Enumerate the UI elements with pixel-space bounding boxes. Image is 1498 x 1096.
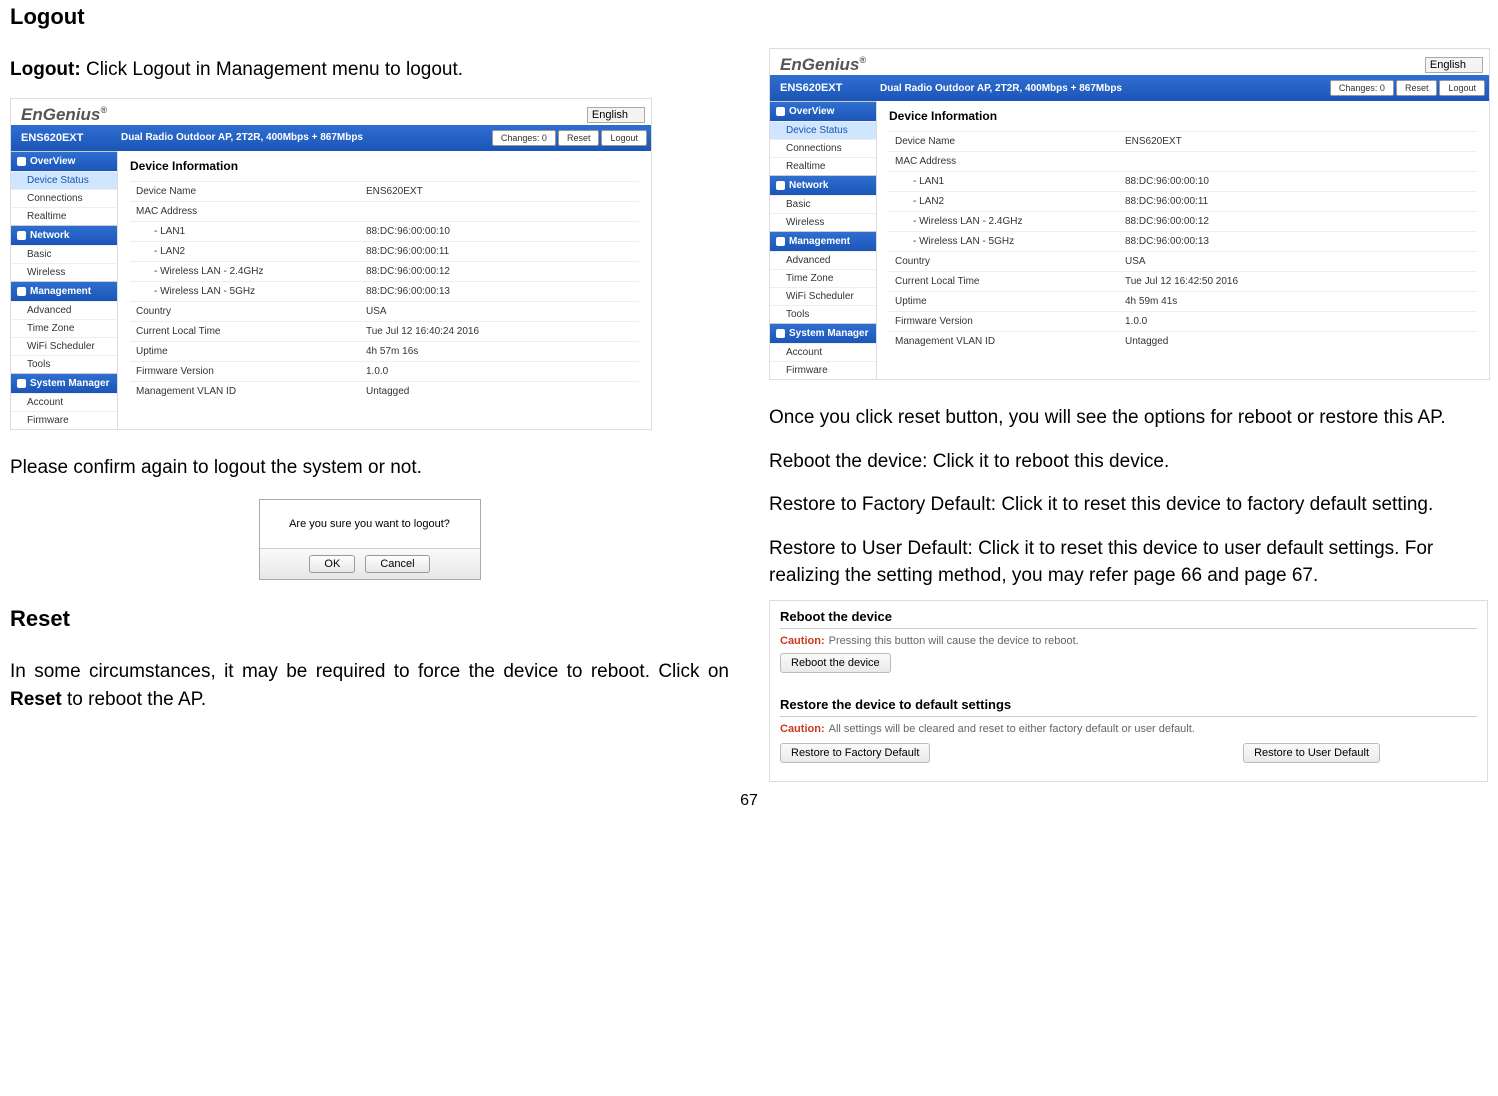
brand-logo: EnGenius®	[780, 55, 866, 75]
changes-button[interactable]: Changes: 0	[492, 130, 556, 146]
logout-button[interactable]: Logout	[1439, 80, 1485, 96]
sidebar-overview[interactable]: OverView	[11, 151, 117, 171]
heading-reset: Reset	[10, 606, 729, 632]
sidebar-firmware[interactable]: Firmware	[770, 361, 876, 379]
brand-logo: EnGenius®	[21, 105, 107, 125]
sidebar: OverView Device Status Connections Realt…	[770, 101, 877, 379]
sidebar-wireless[interactable]: Wireless	[770, 213, 876, 231]
sidebar-wifi-scheduler[interactable]: WiFi Scheduler	[770, 287, 876, 305]
restore-user-text: Restore to User Default: Click it to res…	[769, 535, 1488, 590]
heading-logout: Logout	[10, 4, 729, 30]
sidebar-management[interactable]: Management	[770, 231, 876, 251]
sidebar: OverView Device Status Connections Realt…	[11, 151, 118, 429]
sidebar-system-manager[interactable]: System Manager	[770, 323, 876, 343]
sidebar-account[interactable]: Account	[770, 343, 876, 361]
sidebar-management[interactable]: Management	[11, 281, 117, 301]
sidebar-time-zone[interactable]: Time Zone	[11, 319, 117, 337]
dialog-ok-button[interactable]: OK	[309, 555, 355, 573]
page-number: 67	[0, 792, 1498, 810]
dialog-text: Are you sure you want to logout?	[260, 500, 480, 548]
content-title: Device Information	[130, 159, 639, 173]
model-name: ENS620EXT	[780, 82, 880, 94]
logout-button[interactable]: Logout	[601, 130, 647, 146]
language-select[interactable]: English	[1425, 57, 1483, 73]
restore-caution: Caution:All settings will be cleared and…	[780, 723, 1477, 735]
logout-rest: Click Logout in Management menu to logou…	[86, 59, 463, 80]
logout-line: Logout: Click Logout in Management menu …	[10, 56, 729, 84]
content-area: Device Information Device NameENS620EXT …	[118, 151, 651, 429]
changes-button[interactable]: Changes: 0	[1330, 80, 1394, 96]
screenshot-device-panel-1: EnGenius® English ENS620EXT Dual Radio O…	[10, 98, 652, 430]
sidebar-basic[interactable]: Basic	[770, 195, 876, 213]
sidebar-network[interactable]: Network	[11, 225, 117, 245]
restore-user-button[interactable]: Restore to User Default	[1243, 743, 1380, 763]
reset-paragraph: In some circumstances, it may be require…	[10, 658, 729, 713]
sidebar-advanced[interactable]: Advanced	[11, 301, 117, 319]
device-info-table: Device NameENS620EXT MAC Address - LAN18…	[130, 181, 639, 401]
language-select[interactable]: English	[587, 107, 645, 123]
sidebar-tools[interactable]: Tools	[770, 305, 876, 323]
sidebar-network[interactable]: Network	[770, 175, 876, 195]
sidebar-system-manager[interactable]: System Manager	[11, 373, 117, 393]
sidebar-account[interactable]: Account	[11, 393, 117, 411]
sidebar-realtime[interactable]: Realtime	[770, 157, 876, 175]
content-area: Device Information Device NameENS620EXT …	[877, 101, 1489, 379]
sidebar-wireless[interactable]: Wireless	[11, 263, 117, 281]
sidebar-device-status[interactable]: Device Status	[770, 121, 876, 139]
logout-confirm-dialog: Are you sure you want to logout? OK Canc…	[259, 499, 481, 580]
reboot-device-button[interactable]: Reboot the device	[780, 653, 891, 673]
title-bar: ENS620EXT Dual Radio Outdoor AP, 2T2R, 4…	[770, 75, 1489, 101]
sidebar-overview[interactable]: OverView	[770, 101, 876, 121]
device-info-table: Device NameENS620EXT MAC Address - LAN18…	[889, 131, 1477, 351]
restore-factory-button[interactable]: Restore to Factory Default	[780, 743, 930, 763]
restore-section-title: Restore the device to default settings	[780, 697, 1477, 717]
reboot-caution: Caution:Pressing this button will cause …	[780, 635, 1477, 647]
sidebar-realtime[interactable]: Realtime	[11, 207, 117, 225]
logout-label: Logout:	[10, 59, 86, 80]
model-desc: Dual Radio Outdoor AP, 2T2R, 400Mbps + 8…	[121, 132, 492, 143]
reset-button[interactable]: Reset	[558, 130, 600, 146]
reset-button[interactable]: Reset	[1396, 80, 1438, 96]
sidebar-advanced[interactable]: Advanced	[770, 251, 876, 269]
sidebar-device-status[interactable]: Device Status	[11, 171, 117, 189]
sidebar-basic[interactable]: Basic	[11, 245, 117, 263]
dialog-cancel-button[interactable]: Cancel	[365, 555, 429, 573]
confirm-text: Please confirm again to logout the syste…	[10, 454, 729, 482]
title-bar: ENS620EXT Dual Radio Outdoor AP, 2T2R, 4…	[11, 125, 651, 151]
content-title: Device Information	[889, 109, 1477, 123]
model-desc: Dual Radio Outdoor AP, 2T2R, 400Mbps + 8…	[880, 83, 1330, 94]
sidebar-connections[interactable]: Connections	[770, 139, 876, 157]
model-name: ENS620EXT	[21, 132, 121, 144]
sidebar-firmware[interactable]: Firmware	[11, 411, 117, 429]
reboot-device-text: Reboot the device: Click it to reboot th…	[769, 448, 1488, 476]
screenshot-device-panel-2: EnGenius® English ENS620EXT Dual Radio O…	[769, 48, 1490, 380]
reboot-section-title: Reboot the device	[780, 609, 1477, 629]
sidebar-connections[interactable]: Connections	[11, 189, 117, 207]
sidebar-time-zone[interactable]: Time Zone	[770, 269, 876, 287]
once-click-text: Once you click reset button, you will se…	[769, 404, 1488, 432]
sidebar-wifi-scheduler[interactable]: WiFi Scheduler	[11, 337, 117, 355]
reboot-restore-panel: Reboot the device Caution:Pressing this …	[769, 600, 1488, 782]
sidebar-tools[interactable]: Tools	[11, 355, 117, 373]
restore-factory-text: Restore to Factory Default: Click it to …	[769, 491, 1488, 519]
